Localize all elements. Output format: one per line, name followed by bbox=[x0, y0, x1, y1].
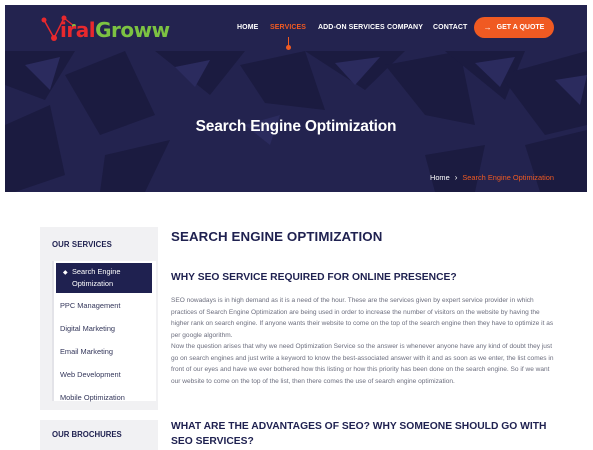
breadcrumb-current: Search Engine Optimization bbox=[462, 173, 554, 182]
diamond-bullet-icon: ◆ bbox=[63, 270, 68, 276]
breadcrumb-home-link[interactable]: Home bbox=[430, 173, 450, 182]
sidebar-item-digital-marketing[interactable]: Digital Marketing bbox=[60, 322, 152, 335]
sidebar-title: OUR SERVICES bbox=[52, 240, 112, 249]
hero-banner: iralGroww HOME SERVICES ADD-ON SERVICES … bbox=[5, 5, 587, 192]
top-navigation-bar: iralGroww HOME SERVICES ADD-ON SERVICES … bbox=[5, 5, 587, 51]
arrow-right-icon: → bbox=[483, 23, 492, 32]
breadcrumb: Home › Search Engine Optimization bbox=[430, 173, 554, 182]
section-heading-advantages: WHAT ARE THE ADVANTAGES OF SEO? WHY SOME… bbox=[171, 421, 547, 447]
section-heading-why-seo: WHY SEO SERVICE REQUIRED FOR ONLINE PRES… bbox=[171, 272, 457, 283]
logo-text-part2: Groww bbox=[95, 18, 170, 42]
get-a-quote-button[interactable]: → GET A QUOTE bbox=[474, 17, 554, 38]
paragraph-seo-need: Now the question arises that why we need… bbox=[171, 343, 554, 385]
services-menu: ◆ Search Engine Optimization PPC Managem… bbox=[52, 261, 156, 404]
sidebar-item-web-development[interactable]: Web Development bbox=[60, 368, 152, 381]
logo-text-part1: iral bbox=[60, 18, 96, 42]
nav-active-indicator-dot bbox=[286, 45, 291, 50]
content-title: SEARCH ENGINE OPTIMIZATION bbox=[171, 229, 383, 244]
paragraph-seo-intro: SEO nowadays is in high demand as it is … bbox=[171, 297, 554, 339]
nav-add-on-services[interactable]: ADD-ON SERVICES bbox=[318, 24, 385, 31]
sidebar-item-ppc[interactable]: PPC Management bbox=[60, 299, 152, 312]
sidebar-item-mobile-optimization[interactable]: Mobile Optimization bbox=[60, 391, 152, 404]
breadcrumb-separator-icon: › bbox=[454, 173, 458, 182]
logo-wordmark: iralGroww bbox=[46, 18, 170, 42]
site-logo[interactable]: iralGroww bbox=[38, 12, 188, 48]
sidebar-item-seo[interactable]: ◆ Search Engine Optimization bbox=[56, 263, 152, 293]
nav-company[interactable]: COMPANY bbox=[387, 24, 423, 31]
nav-services[interactable]: SERVICES bbox=[270, 24, 306, 31]
get-a-quote-label: GET A QUOTE bbox=[496, 24, 545, 31]
services-sidebar: OUR SERVICES ◆ Search Engine Optimizatio… bbox=[40, 227, 158, 410]
brochures-title: OUR BROCHURES bbox=[52, 430, 122, 439]
nav-home[interactable]: HOME bbox=[237, 24, 258, 31]
sidebar-item-label: Search Engine Optimization bbox=[72, 267, 121, 288]
sidebar-item-email-marketing[interactable]: Email Marketing bbox=[60, 345, 152, 358]
content-body: SEO nowadays is in high demand as it is … bbox=[171, 295, 557, 387]
page-title: Search Engine Optimization bbox=[195, 118, 397, 135]
nav-contact[interactable]: CONTACT bbox=[433, 24, 467, 31]
